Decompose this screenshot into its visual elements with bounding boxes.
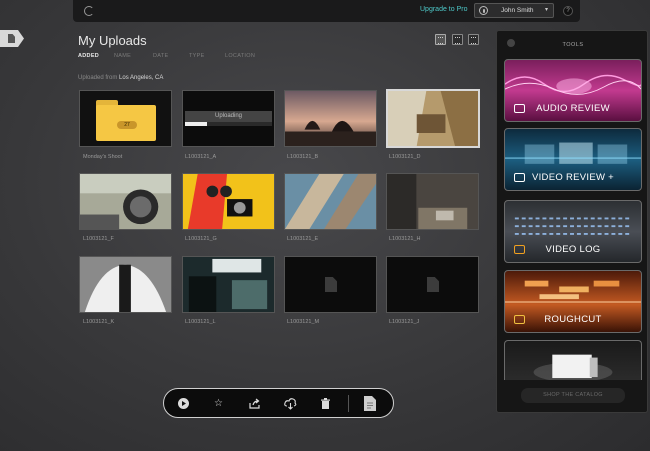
tool-roughcut[interactable]: ROUGHCUT — [504, 270, 642, 333]
media-thumbnail[interactable] — [182, 256, 275, 313]
placeholder-thumbnail[interactable] — [386, 256, 479, 313]
thumbnail-caption: L1003121_B — [287, 154, 319, 160]
tool-video-review[interactable]: VIDEO REVIEW + — [504, 128, 642, 191]
tool-label: ROUGHCUT — [544, 314, 602, 325]
top-bar: Upgrade to Pro John Smith ▾ ? — [73, 0, 580, 22]
document-icon[interactable] — [363, 396, 376, 411]
media-thumbnail-selected[interactable] — [386, 89, 480, 148]
tool-label: VIDEO LOG — [545, 244, 601, 255]
folder-thumbnail[interactable]: 27 — [79, 90, 172, 147]
tool-label: VIDEO REVIEW + — [531, 172, 615, 183]
file-placeholder-icon — [427, 277, 439, 292]
thumbnail-caption: L1003121_K — [83, 319, 115, 325]
grid-view-button[interactable] — [435, 34, 446, 45]
thumbnail-caption: L1003121_F — [83, 236, 114, 242]
page-title: My Uploads — [78, 33, 147, 48]
sort-tab-added[interactable]: ADDED — [78, 53, 99, 59]
sort-tab-type[interactable]: TYPE — [189, 53, 205, 59]
upload-progress-bar — [185, 122, 272, 126]
tool-catalog-preview[interactable] — [504, 340, 642, 380]
tools-panel: TOOLS AUDIO REVIEW VIDEO REVIEW + VIDEO … — [496, 30, 648, 413]
tool-audio-review[interactable]: AUDIO REVIEW — [504, 59, 642, 122]
share-icon[interactable] — [248, 397, 261, 410]
file-placeholder-icon — [325, 277, 337, 292]
tools-panel-title: TOOLS — [562, 42, 584, 48]
media-thumbnail[interactable] — [182, 173, 275, 230]
user-dropdown[interactable]: John Smith ▾ — [474, 3, 554, 18]
media-thumbnail[interactable] — [79, 256, 172, 313]
media-thumbnail[interactable] — [386, 173, 479, 230]
placeholder-thumbnail[interactable] — [284, 256, 377, 313]
thumbnail-caption: L1003121_J — [389, 319, 420, 325]
sort-tab-date[interactable]: DATE — [153, 53, 168, 59]
trash-icon[interactable] — [319, 397, 332, 410]
sort-tab-location[interactable]: LOCATION — [225, 53, 255, 59]
play-icon[interactable] — [177, 397, 190, 410]
media-thumbnail[interactable] — [284, 90, 377, 147]
thumbnail-caption: L1003121_A — [185, 154, 217, 160]
uploading-thumbnail[interactable]: Uploading — [182, 90, 275, 147]
folder-count-badge: 27 — [117, 121, 137, 129]
list-view-button[interactable] — [452, 34, 463, 45]
user-name: John Smith — [501, 7, 534, 14]
upload-status: Uploading — [185, 111, 272, 122]
download-icon[interactable] — [284, 397, 297, 410]
star-icon[interactable]: ☆ — [212, 397, 225, 410]
loading-spinner-icon — [84, 6, 94, 16]
thumbnail-caption: L1003121_L — [185, 319, 216, 325]
toolbar-divider — [348, 395, 349, 412]
tool-label: AUDIO REVIEW — [536, 103, 610, 114]
sidebar-toggle-tab[interactable] — [0, 30, 24, 47]
thumbnail-caption: Monday's Shoot — [83, 154, 123, 160]
upload-location: Los Angeles, CA — [119, 75, 164, 81]
thumbnail-caption: L1003121_G — [185, 236, 217, 242]
document-icon — [8, 34, 15, 43]
folder-icon: 27 — [96, 100, 156, 141]
thumbnail-caption: L1003121_E — [287, 236, 319, 242]
uploaded-from-label: Uploaded from Los Angeles, CA — [78, 75, 164, 81]
user-icon — [479, 6, 488, 15]
tool-video-log[interactable]: VIDEO LOG — [504, 200, 642, 263]
chevron-down-icon: ▾ — [544, 7, 548, 13]
action-toolbar: ☆ — [163, 388, 394, 418]
thumbnail-caption: L1003121_H — [389, 236, 421, 242]
sort-tab-name[interactable]: NAME — [114, 53, 131, 59]
detail-view-button[interactable] — [468, 34, 479, 45]
media-thumbnail[interactable] — [79, 173, 172, 230]
thumbnail-caption: L1003121_D — [389, 154, 421, 160]
upgrade-link[interactable]: Upgrade to Pro — [420, 6, 467, 13]
thumbnail-caption: L1003121_M — [287, 319, 320, 325]
media-thumbnail[interactable] — [284, 173, 377, 230]
help-button[interactable]: ? — [563, 6, 573, 16]
shop-catalog-button[interactable]: SHOP THE CATALOG — [521, 388, 625, 403]
